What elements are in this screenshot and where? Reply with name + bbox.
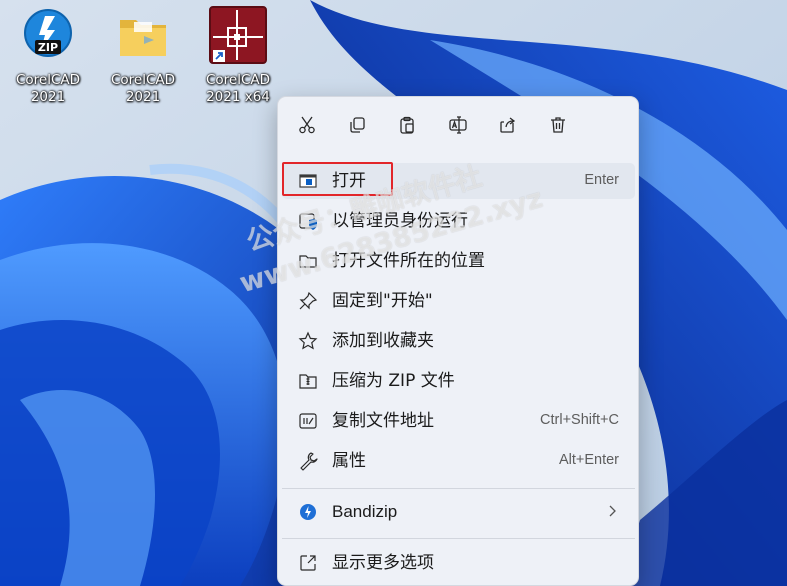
desktop-icon-label: CorelCAD 2021 x64 xyxy=(205,72,271,105)
menu-item-shortcut: Ctrl+Shift+C xyxy=(540,412,619,428)
corelcad-icon xyxy=(209,6,267,64)
paste-button[interactable] xyxy=(391,111,423,143)
menu-item-label: 属性 xyxy=(332,451,366,471)
more-options-icon xyxy=(298,553,318,573)
delete-button[interactable] xyxy=(542,111,574,143)
zip-folder-icon xyxy=(298,371,318,391)
pin-icon xyxy=(298,291,318,311)
menu-item-compress-zip[interactable]: 压缩为 ZIP 文件 xyxy=(282,363,635,399)
context-menu: 打开 Enter 以管理员身份运行 打开文件所在的位置 固定到"开始" 添加到收… xyxy=(277,96,639,586)
menu-item-open-file-location[interactable]: 打开文件所在的位置 xyxy=(282,243,635,279)
menu-item-shortcut: Enter xyxy=(584,172,619,188)
menu-item-label: 压缩为 ZIP 文件 xyxy=(332,371,455,391)
menu-item-bandizip[interactable]: Bandizip xyxy=(282,494,635,530)
open-window-icon xyxy=(298,171,318,191)
context-menu-toolbar xyxy=(278,109,638,145)
menu-item-label: 显示更多选项 xyxy=(332,553,434,573)
menu-item-show-more-options[interactable]: 显示更多选项 xyxy=(282,545,635,581)
rename-icon xyxy=(448,115,468,139)
menu-item-label: 打开 xyxy=(332,171,366,191)
menu-item-pin-to-start[interactable]: 固定到"开始" xyxy=(282,283,635,319)
menu-item-copy-path[interactable]: 复制文件地址 Ctrl+Shift+C xyxy=(282,403,635,439)
bandizip-icon xyxy=(298,502,318,522)
desktop-icon-label: CorelCAD 2021 xyxy=(15,72,81,105)
scissors-icon xyxy=(297,115,317,139)
zip-icon: ZIP xyxy=(19,6,77,64)
desktop-icon-corelcad[interactable]: CorelCAD 2021 x64 xyxy=(198,6,278,106)
menu-item-label: 以管理员身份运行 xyxy=(332,211,468,231)
copy-icon xyxy=(347,115,367,139)
menu-item-label: 添加到收藏夹 xyxy=(332,331,434,351)
menu-item-shortcut: Alt+Enter xyxy=(558,452,619,468)
wrench-icon xyxy=(298,451,318,471)
menu-item-add-to-favorites[interactable]: 添加到收藏夹 xyxy=(282,323,635,359)
chevron-right-icon xyxy=(609,505,616,517)
menu-item-open[interactable]: 打开 Enter xyxy=(282,163,635,199)
rename-button[interactable] xyxy=(442,111,474,143)
admin-shield-icon xyxy=(298,211,318,231)
cut-button[interactable] xyxy=(291,111,323,143)
menu-item-label: 打开文件所在的位置 xyxy=(332,251,485,271)
menu-item-label: Bandizip xyxy=(332,502,398,521)
folder-icon xyxy=(114,6,172,64)
svg-text:ZIP: ZIP xyxy=(38,41,58,54)
trash-icon xyxy=(548,115,568,139)
menu-separator xyxy=(282,538,635,539)
share-button[interactable] xyxy=(492,111,524,143)
menu-item-label: 固定到"开始" xyxy=(332,291,433,311)
star-icon xyxy=(298,331,318,351)
paste-icon xyxy=(397,115,417,139)
menu-item-run-as-admin[interactable]: 以管理员身份运行 xyxy=(282,203,635,239)
menu-item-label: 复制文件地址 xyxy=(332,411,434,431)
copy-button[interactable] xyxy=(341,111,373,143)
copy-path-icon xyxy=(298,411,318,431)
desktop-icon-folder[interactable]: CorelCAD 2021 xyxy=(103,6,183,106)
menu-separator xyxy=(282,488,635,489)
desktop-icon-zip-app[interactable]: ZIP CorelCAD 2021 xyxy=(8,6,88,106)
share-icon xyxy=(498,115,518,139)
folder-outline-icon xyxy=(298,251,318,271)
menu-item-properties[interactable]: 属性 Alt+Enter xyxy=(282,443,635,479)
desktop-icon-label: CorelCAD 2021 xyxy=(110,72,176,105)
